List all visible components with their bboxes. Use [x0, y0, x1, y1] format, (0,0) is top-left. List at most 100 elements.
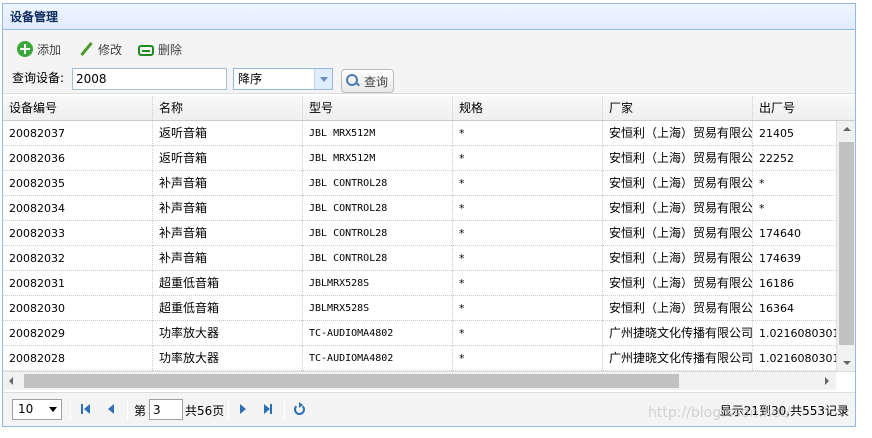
search-input[interactable]: [72, 68, 227, 90]
edit-button[interactable]: 修改: [78, 38, 122, 60]
column-header-spec[interactable]: 规格: [453, 96, 603, 121]
cell-id: 20082033: [3, 221, 153, 246]
last-page-icon[interactable]: [260, 401, 276, 417]
table-row[interactable]: 20082028 功率放大器 TC-AUDIOMA4802 * 广州捷晓文化传播…: [3, 346, 836, 371]
device-grid: 设备编号 名称 型号 规格 厂家 出厂号 20082037 返听音箱 JBL M…: [3, 96, 855, 392]
cell-spec: *: [453, 121, 603, 146]
table-row[interactable]: 20082035 补声音箱 JBL CONTROL28 * 安恒利（上海）贸易有…: [3, 171, 836, 196]
cell-model: JBL CONTROL28: [303, 171, 453, 196]
cell-manufacturer: 安恒利（上海）贸易有限公司: [603, 271, 753, 296]
next-page-icon[interactable]: [235, 401, 251, 417]
cell-serial: *: [759, 202, 765, 215]
scroll-up-icon[interactable]: [837, 121, 855, 138]
search-button-label: 查询: [364, 74, 389, 89]
cell-serial: 1.0216080301: [759, 327, 836, 340]
grid-body: 20082037 返听音箱 JBL MRX512M * 安恒利（上海）贸易有限公…: [3, 121, 836, 371]
horizontal-scrollbar[interactable]: [3, 371, 855, 390]
cell-id: 20082030: [3, 296, 153, 321]
cell-name: 补声音箱: [153, 221, 303, 246]
add-icon: [17, 41, 33, 57]
divider: [284, 400, 285, 420]
first-page-icon[interactable]: [78, 401, 94, 417]
delete-button[interactable]: 删除: [138, 38, 182, 60]
cell-manufacturer: 安恒利（上海）贸易有限公司: [603, 221, 753, 246]
cell-id: 20082029: [3, 321, 153, 346]
column-header-manufacturer[interactable]: 厂家: [603, 96, 753, 121]
cell-spec: *: [453, 271, 603, 296]
table-row[interactable]: 20082029 功率放大器 TC-AUDIOMA4802 * 广州捷晓文化传播…: [3, 321, 836, 346]
column-header-name[interactable]: 名称: [153, 96, 303, 121]
column-header-id[interactable]: 设备编号: [3, 96, 153, 121]
cell-model: TC-AUDIOMA4802: [303, 346, 453, 371]
grid-header: 设备编号 名称 型号 规格 厂家 出厂号: [3, 96, 855, 121]
cell-serial: 22252: [759, 152, 794, 165]
cell-serial: 21405: [759, 127, 794, 140]
divider: [70, 400, 71, 420]
table-row[interactable]: 20082031 超重低音箱 JBLMRX528S * 安恒利（上海）贸易有限公…: [3, 271, 836, 296]
pencil-icon: [78, 41, 94, 57]
cell-id: 20082031: [3, 271, 153, 296]
cell-model: JBL CONTROL28: [303, 196, 453, 221]
cell-id: 20082037: [3, 121, 153, 146]
search-label: 查询设备:: [12, 71, 65, 85]
cell-id: 20082032: [3, 246, 153, 271]
scroll-left-icon[interactable]: [3, 372, 20, 390]
scroll-right-icon[interactable]: [818, 372, 835, 390]
vertical-scrollbar[interactable]: [836, 121, 855, 371]
cell-name: 功率放大器: [153, 346, 303, 371]
page-prefix-label: 第: [134, 404, 147, 418]
cell-name: 功率放大器: [153, 321, 303, 346]
cell-spec: *: [453, 296, 603, 321]
current-page-input[interactable]: [149, 399, 183, 420]
horizontal-scroll-thumb[interactable]: [24, 374, 679, 388]
column-header-serial[interactable]: 出厂号: [753, 96, 855, 121]
chevron-down-icon[interactable]: [314, 69, 332, 89]
cell-name: 超重低音箱: [153, 271, 303, 296]
cell-serial: *: [759, 177, 765, 190]
cell-id: 20082036: [3, 146, 153, 171]
cell-serial: 16186: [759, 277, 794, 290]
page-total-label: 共56页: [185, 404, 225, 418]
cell-serial: 16364: [759, 302, 794, 315]
add-button[interactable]: 添加: [17, 38, 61, 60]
cell-model: JBLMRX528S: [303, 296, 453, 321]
cell-manufacturer: 安恒利（上海）贸易有限公司: [603, 171, 753, 196]
watermark: http://blog.csdn.net/: [648, 405, 791, 421]
add-label: 添加: [37, 42, 62, 57]
table-row[interactable]: 20082034 补声音箱 JBL CONTROL28 * 安恒利（上海）贸易有…: [3, 196, 836, 221]
cell-model: JBL CONTROL28: [303, 246, 453, 271]
cell-name: 返听音箱: [153, 121, 303, 146]
refresh-icon[interactable]: [291, 401, 307, 417]
cell-spec: *: [453, 146, 603, 171]
cell-model: JBL MRX512M: [303, 121, 453, 146]
cell-model: TC-AUDIOMA4802: [303, 321, 453, 346]
cell-manufacturer: 广州捷晓文化传播有限公司: [603, 321, 753, 346]
column-header-model[interactable]: 型号: [303, 96, 453, 121]
cell-spec: *: [453, 221, 603, 246]
cell-serial: 174640: [759, 227, 801, 240]
table-row[interactable]: 20082033 补声音箱 JBL CONTROL28 * 安恒利（上海）贸易有…: [3, 221, 836, 246]
divider: [228, 400, 229, 420]
table-row[interactable]: 20082030 超重低音箱 JBLMRX528S * 安恒利（上海）贸易有限公…: [3, 296, 836, 321]
panel-title: 设备管理: [3, 4, 855, 30]
cell-spec: *: [453, 346, 603, 371]
page-size-select[interactable]: 10: [12, 399, 62, 420]
prev-page-icon[interactable]: [103, 401, 119, 417]
cell-serial: 174639: [759, 252, 801, 265]
cell-spec: *: [453, 171, 603, 196]
delete-label: 删除: [158, 42, 183, 57]
sort-order-select[interactable]: 降序: [233, 68, 333, 90]
scroll-down-icon[interactable]: [837, 354, 855, 371]
vertical-scroll-thumb[interactable]: [839, 142, 854, 345]
cell-manufacturer: 安恒利（上海）贸易有限公司: [603, 296, 753, 321]
cell-name: 补声音箱: [153, 171, 303, 196]
table-row[interactable]: 20082032 补声音箱 JBL CONTROL28 * 安恒利（上海）贸易有…: [3, 246, 836, 271]
divider: [127, 400, 128, 420]
cell-manufacturer: 安恒利（上海）贸易有限公司: [603, 196, 753, 221]
table-row[interactable]: 20082036 返听音箱 JBL MRX512M * 安恒利（上海）贸易有限公…: [3, 146, 836, 171]
table-row[interactable]: 20082037 返听音箱 JBL MRX512M * 安恒利（上海）贸易有限公…: [3, 121, 836, 146]
cell-id: 20082035: [3, 171, 153, 196]
cell-name: 返听音箱: [153, 146, 303, 171]
search-button[interactable]: 查询: [341, 69, 394, 93]
cell-spec: *: [453, 196, 603, 221]
